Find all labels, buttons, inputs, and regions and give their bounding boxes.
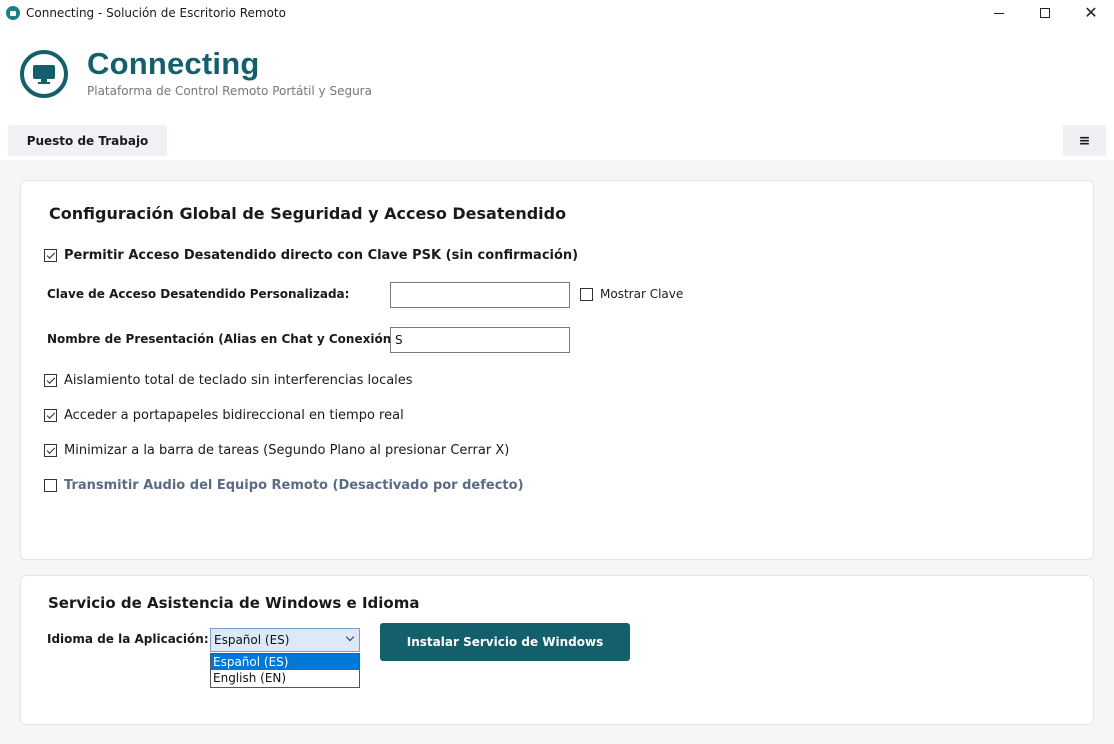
display-name-label: Nombre de Presentación (Alias en Chat y … <box>47 332 402 346</box>
maximize-button[interactable] <box>1022 0 1068 26</box>
language-dropdown-list: Español (ES) English (EN) <box>210 653 360 688</box>
keyboard-isolation-checkbox[interactable]: Aislamiento total de teclado sin interfe… <box>44 373 413 388</box>
service-card-title: Servicio de Asistencia de Windows e Idio… <box>48 594 420 612</box>
checkbox-checked-icon <box>44 444 57 457</box>
checkbox-checked-icon <box>44 249 57 262</box>
language-selected-value: Español (ES) <box>214 633 290 647</box>
keyboard-isolation-label: Aislamiento total de teclado sin interfe… <box>64 373 413 388</box>
clipboard-label: Acceder a portapapeles bidireccional en … <box>64 408 404 423</box>
close-button[interactable]: ✕ <box>1068 0 1114 26</box>
unattended-access-label: Permitir Acceso Desatendido directo con … <box>64 248 579 263</box>
language-select[interactable]: Español (ES) <box>210 628 360 652</box>
password-label: Clave de Acceso Desatendido Personalizad… <box>47 287 350 301</box>
tab-puesto-de-trabajo[interactable]: Puesto de Trabajo <box>8 125 167 156</box>
checkbox-checked-icon <box>44 409 57 422</box>
checkbox-unchecked-icon <box>580 287 593 301</box>
language-option-es[interactable]: Español (ES) <box>211 654 359 670</box>
unattended-access-checkbox[interactable]: Permitir Acceso Desatendido directo con … <box>44 248 578 263</box>
maximize-icon <box>1040 8 1050 18</box>
language-label: Idioma de la Aplicación: <box>47 632 209 646</box>
hamburger-icon: ≡ <box>1078 132 1091 149</box>
title-bar: Connecting - Solución de Escritorio Remo… <box>0 0 1114 26</box>
close-icon: ✕ <box>1084 3 1098 22</box>
window-controls: ✕ <box>976 0 1114 26</box>
show-password-checkbox[interactable]: Mostrar Clave <box>580 287 683 301</box>
checkbox-checked-icon <box>44 374 57 387</box>
password-input[interactable] <box>390 282 570 308</box>
show-password-label: Mostrar Clave <box>600 287 684 301</box>
display-name-input[interactable] <box>390 327 570 353</box>
app-header: Connecting Plataforma de Control Remoto … <box>0 26 1114 160</box>
minimize-button[interactable] <box>976 0 1022 26</box>
minimize-to-tray-label: Minimizar a la barra de tareas (Segundo … <box>64 443 510 458</box>
checkbox-unchecked-icon <box>44 479 57 492</box>
install-service-button[interactable]: Instalar Servicio de Windows <box>380 623 630 661</box>
monitor-icon <box>20 50 68 98</box>
window-title: Connecting - Solución de Escritorio Remo… <box>26 6 286 20</box>
clipboard-checkbox[interactable]: Acceder a portapapeles bidireccional en … <box>44 408 404 423</box>
chevron-down-icon <box>345 632 355 642</box>
minimize-icon <box>994 12 1004 14</box>
security-settings-card <box>20 180 1094 560</box>
app-name: Connecting <box>87 46 260 81</box>
minimize-to-tray-checkbox[interactable]: Minimizar a la barra de tareas (Segundo … <box>44 443 509 458</box>
remote-audio-checkbox[interactable]: Transmitir Audio del Equipo Remoto (Desa… <box>44 478 524 493</box>
hamburger-menu-button[interactable]: ≡ <box>1063 125 1106 156</box>
security-card-title: Configuración Global de Seguridad y Acce… <box>49 204 567 223</box>
language-option-en[interactable]: English (EN) <box>211 670 359 686</box>
app-icon <box>6 6 20 20</box>
remote-audio-label: Transmitir Audio del Equipo Remoto (Desa… <box>64 478 524 493</box>
app-subtitle: Plataforma de Control Remoto Portátil y … <box>87 84 372 98</box>
